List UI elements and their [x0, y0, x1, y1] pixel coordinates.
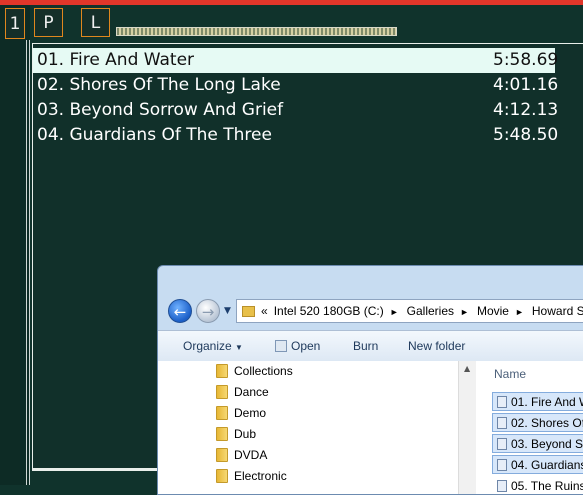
playlist-row[interactable]: 04. Guardians Of The Three 5:48.50: [37, 123, 559, 148]
command-bar: Organize ▼ Open Burn New folder: [158, 330, 583, 362]
track-title: 02. Shores Of The Long Lake: [37, 75, 281, 95]
tree-item-dub[interactable]: Dub: [216, 424, 256, 445]
tree-item-label: Dub: [234, 427, 257, 441]
track-duration: 4:01.16: [493, 75, 559, 95]
playlist-p-button[interactable]: P: [34, 8, 63, 37]
file-name: 05. The Ruins: [511, 479, 583, 493]
track-number-button[interactable]: 1: [5, 8, 25, 39]
track-title: 03. Beyond Sorrow And Grief: [37, 100, 284, 120]
file-row[interactable]: 04. Guardians: [492, 455, 583, 474]
tree-item-label: Demo: [234, 406, 267, 420]
divider: [26, 40, 27, 485]
audio-file-icon: [497, 396, 507, 408]
tree-item-demo[interactable]: Demo: [216, 403, 266, 424]
title-accent-bar: [0, 0, 583, 5]
breadcrumb-drive[interactable]: Intel 520 180GB (C:): [274, 304, 384, 318]
playlist-row[interactable]: 03. Beyond Sorrow And Grief 4:12.13: [37, 98, 559, 123]
track-duration: 5:58.69: [493, 50, 559, 70]
tree-item-electronic[interactable]: Electronic: [216, 466, 287, 487]
breadcrumb-chevron-icon[interactable]: ►: [515, 307, 524, 317]
file-name: 04. Guardians: [511, 458, 583, 472]
breadcrumb-chevron-icon[interactable]: ►: [390, 307, 399, 317]
track-duration: 4:12.13: [493, 100, 559, 120]
track-duration: 5:48.50: [493, 125, 559, 145]
file-name: 02. Shores Of: [511, 416, 583, 430]
address-bar[interactable]: « Intel 520 180GB (C:) ► Galleries ► Movie ► Ho…: [236, 299, 583, 323]
track-title: 01. Fire And Water: [37, 50, 195, 70]
file-name: 01. Fire And W: [511, 395, 583, 409]
tree-scrollbar[interactable]: ▲: [458, 361, 476, 494]
folder-icon: [216, 469, 228, 483]
recent-locations-dropdown-icon[interactable]: ▼: [224, 306, 231, 316]
organize-button[interactable]: Organize ▼: [183, 339, 243, 353]
folder-tree: Collections Dance Demo Dub DVDA Electron…: [158, 361, 476, 494]
new-folder-button[interactable]: New folder: [408, 339, 465, 353]
folder-icon: [216, 385, 228, 399]
playlist-row[interactable]: 01. Fire And Water 5:58.69: [33, 48, 559, 73]
breadcrumb-galleries[interactable]: Galleries: [407, 304, 454, 318]
folder-icon: [216, 427, 228, 441]
audio-file-icon: [497, 438, 507, 450]
column-header-name[interactable]: Name: [494, 367, 526, 381]
navigation-row: ← → ▼ « Intel 520 180GB (C:) ► Galleries ► Mo…: [166, 296, 583, 326]
scroll-up-icon[interactable]: ▲: [464, 364, 470, 373]
tree-item-label: Collections: [234, 364, 293, 378]
breadcrumb-chevron-icon[interactable]: ►: [460, 307, 469, 317]
tree-item-dance[interactable]: Dance: [216, 382, 269, 403]
tree-item-label: Dance: [234, 385, 269, 399]
file-row[interactable]: 01. Fire And W: [492, 392, 583, 411]
playlist-l-button[interactable]: L: [81, 8, 110, 37]
chevron-down-icon: ▼: [235, 343, 243, 352]
track-title: 04. Guardians Of The Three: [37, 125, 272, 145]
back-arrow-icon[interactable]: ←: [168, 299, 192, 323]
seek-bar[interactable]: [116, 27, 397, 36]
folder-icon: [216, 364, 228, 378]
folder-icon: [242, 306, 255, 318]
tree-item-collections[interactable]: Collections: [216, 361, 293, 382]
folder-icon: [216, 448, 228, 462]
audio-file-icon: [497, 417, 507, 429]
burn-button[interactable]: Burn: [353, 339, 378, 353]
organize-label: Organize: [183, 339, 232, 353]
breadcrumb-overflow[interactable]: «: [261, 304, 268, 318]
open-icon: [275, 340, 287, 352]
tree-item-label: Electronic: [234, 469, 287, 483]
tree-item-label: DVDA: [234, 448, 268, 462]
breadcrumb-current[interactable]: Howard Sho: [532, 304, 583, 318]
file-list: Name 01. Fire And W 02. Shores Of 03. Be…: [476, 361, 583, 494]
divider: [29, 40, 30, 485]
tree-item-dvda[interactable]: DVDA: [216, 445, 267, 466]
open-button[interactable]: Open: [275, 339, 320, 353]
open-label: Open: [291, 339, 321, 353]
folder-icon: [216, 406, 228, 420]
breadcrumb-movie[interactable]: Movie: [477, 304, 509, 318]
file-name: 03. Beyond So: [511, 437, 583, 451]
file-row[interactable]: 02. Shores Of: [492, 413, 583, 432]
audio-file-icon: [497, 459, 507, 471]
explorer-window: ← → ▼ « Intel 520 180GB (C:) ► Galleries ► Mo…: [157, 265, 583, 495]
forward-arrow-icon[interactable]: →: [196, 299, 220, 323]
file-row[interactable]: 03. Beyond So: [492, 434, 583, 453]
file-row[interactable]: 05. The Ruins: [492, 476, 583, 494]
playlist-row[interactable]: 02. Shores Of The Long Lake 4:01.16: [37, 73, 559, 98]
audio-file-icon: [497, 480, 507, 492]
